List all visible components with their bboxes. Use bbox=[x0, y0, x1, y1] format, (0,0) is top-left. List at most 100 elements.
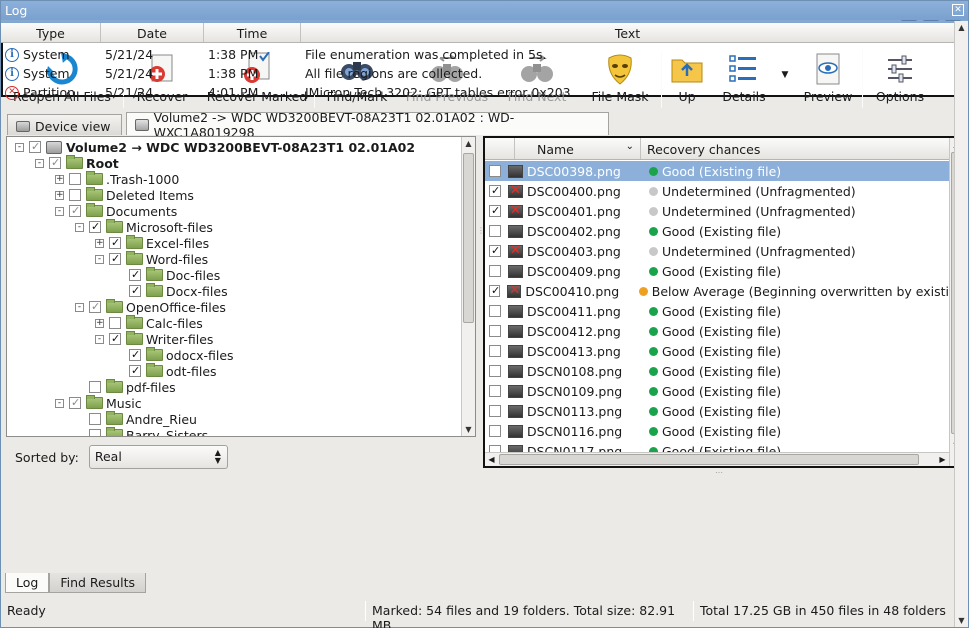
file-row[interactable]: DSCN0113.png Good (Existing file) bbox=[485, 401, 949, 421]
file-list[interactable]: Name ⌄ Recovery chances DSC00398.png Good… bbox=[483, 136, 965, 468]
file-checkbox[interactable] bbox=[489, 405, 501, 417]
file-hscrollbar[interactable]: ◀ ▶ bbox=[485, 452, 949, 466]
tree-node[interactable]: Barry_Sisters bbox=[75, 427, 208, 436]
tab-device-view[interactable]: Device view bbox=[7, 114, 122, 135]
file-row[interactable]: DSC00410.png Below Average (Beginning ove… bbox=[485, 281, 949, 301]
tree-node[interactable]: - Volume2 → WDC WD3200BEVT-08A23T1 02.01A… bbox=[15, 139, 415, 155]
tree-node[interactable]: - Documents bbox=[55, 203, 177, 219]
tree-checkbox[interactable] bbox=[69, 205, 81, 217]
expand-icon[interactable]: + bbox=[95, 238, 104, 248]
file-row[interactable]: DSCN0109.png Good (Existing file) bbox=[485, 381, 949, 401]
log-row[interactable]: i System 5/21/24 1:38 PM All file regions ar… bbox=[1, 64, 954, 83]
col-recovery-chances[interactable]: Recovery chances bbox=[641, 138, 949, 159]
tree-node[interactable]: + Calc-files bbox=[95, 315, 203, 331]
close-icon[interactable]: ✕ bbox=[952, 4, 964, 16]
collapse-icon[interactable]: - bbox=[75, 302, 84, 312]
tree-node[interactable]: - Microsoft-files bbox=[75, 219, 213, 235]
collapse-icon[interactable]: - bbox=[55, 206, 64, 216]
tree-node[interactable]: + .Trash-1000 bbox=[55, 171, 179, 187]
tree-node[interactable]: odt-files bbox=[115, 363, 217, 379]
tree-node[interactable]: odocx-files bbox=[115, 347, 234, 363]
expand-icon[interactable]: + bbox=[55, 174, 64, 184]
tree-checkbox[interactable] bbox=[129, 365, 141, 377]
file-checkbox[interactable] bbox=[489, 285, 501, 297]
collapse-icon[interactable]: - bbox=[95, 254, 104, 264]
tree-checkbox[interactable] bbox=[89, 429, 101, 436]
collapse-icon[interactable]: - bbox=[35, 158, 44, 168]
expand-icon[interactable]: + bbox=[95, 318, 104, 328]
log-row[interactable]: i System 5/21/24 1:38 PM File enumeration wa… bbox=[1, 45, 954, 64]
tree-scroll-thumb[interactable] bbox=[463, 153, 474, 323]
collapse-icon[interactable]: - bbox=[95, 334, 104, 344]
col-check[interactable] bbox=[485, 138, 515, 159]
file-checkbox[interactable] bbox=[489, 205, 501, 217]
file-checkbox[interactable] bbox=[489, 425, 501, 437]
file-row[interactable]: DSC00398.png Good (Existing file) bbox=[485, 161, 949, 181]
collapse-icon[interactable]: - bbox=[75, 222, 84, 232]
tree-checkbox[interactable] bbox=[49, 157, 61, 169]
file-checkbox[interactable] bbox=[489, 225, 501, 237]
file-row[interactable]: DSC00411.png Good (Existing file) bbox=[485, 301, 949, 321]
tree-node[interactable]: Docx-files bbox=[115, 283, 228, 299]
tree-checkbox[interactable] bbox=[109, 253, 121, 265]
tab-log[interactable]: Log bbox=[5, 573, 50, 593]
tree-vscrollbar[interactable]: ▲ ▼ bbox=[461, 137, 475, 436]
collapse-icon[interactable]: - bbox=[15, 142, 24, 152]
file-checkbox[interactable] bbox=[489, 325, 501, 337]
tree-checkbox[interactable] bbox=[129, 349, 141, 361]
tree-checkbox[interactable] bbox=[69, 189, 81, 201]
horizontal-splitter[interactable]: ⋯ bbox=[715, 468, 723, 477]
file-hscroll-thumb[interactable] bbox=[499, 454, 919, 465]
scroll-left-icon[interactable]: ◀ bbox=[485, 453, 498, 466]
tree-node[interactable]: - OpenOffice-files bbox=[75, 299, 226, 315]
collapse-icon[interactable]: - bbox=[55, 398, 64, 408]
tree-checkbox[interactable] bbox=[69, 173, 81, 185]
file-row[interactable]: DSCN0116.png Good (Existing file) bbox=[485, 421, 949, 441]
log-vscrollbar[interactable]: ▲ ▼ bbox=[954, 21, 968, 627]
tree-checkbox[interactable] bbox=[69, 397, 81, 409]
file-row[interactable]: DSC00401.png Undetermined (Unfragmented) bbox=[485, 201, 949, 221]
file-checkbox[interactable] bbox=[489, 185, 501, 197]
scroll-up-icon[interactable]: ▲ bbox=[955, 21, 968, 34]
tree-node[interactable]: Doc-files bbox=[115, 267, 220, 283]
log-col-time[interactable]: Time bbox=[204, 23, 301, 42]
file-checkbox[interactable] bbox=[489, 245, 501, 257]
tree-node[interactable]: Andre_Rieu bbox=[75, 411, 197, 427]
tab-volume[interactable]: Volume2 -> WDC WD3200BEVT-08A23T1 02.01A… bbox=[126, 110, 609, 140]
col-name[interactable]: Name ⌄ bbox=[515, 138, 641, 159]
file-row[interactable]: DSC00409.png Good (Existing file) bbox=[485, 261, 949, 281]
tree-checkbox[interactable] bbox=[89, 413, 101, 425]
file-row[interactable]: DSC00412.png Good (Existing file) bbox=[485, 321, 949, 341]
tree-node[interactable]: pdf-files bbox=[75, 379, 176, 395]
tree-checkbox[interactable] bbox=[89, 301, 101, 313]
log-col-type[interactable]: Type bbox=[1, 23, 101, 42]
tree-node[interactable]: - Music bbox=[55, 395, 142, 411]
file-checkbox[interactable] bbox=[489, 365, 501, 377]
tree-checkbox[interactable] bbox=[89, 221, 101, 233]
log-col-text[interactable]: Text bbox=[301, 23, 954, 42]
scroll-up-icon[interactable]: ▲ bbox=[462, 137, 475, 150]
file-row[interactable]: DSC00413.png Good (Existing file) bbox=[485, 341, 949, 361]
tree-checkbox[interactable] bbox=[129, 285, 141, 297]
file-row[interactable]: DSC00400.png Undetermined (Unfragmented) bbox=[485, 181, 949, 201]
tree-checkbox[interactable] bbox=[129, 269, 141, 281]
file-row[interactable]: DSC00403.png Undetermined (Unfragmented) bbox=[485, 241, 949, 261]
scroll-down-icon[interactable]: ▼ bbox=[462, 423, 475, 436]
file-checkbox[interactable] bbox=[489, 165, 501, 177]
log-row[interactable]: ✕ Partition 5/21/24 4:01 PM JMicron Tech 320… bbox=[1, 83, 954, 102]
tree-node[interactable]: + Excel-files bbox=[95, 235, 209, 251]
folder-tree[interactable]: - Volume2 → WDC WD3200BEVT-08A23T1 02.01A… bbox=[6, 136, 476, 437]
tree-node[interactable]: - Root bbox=[35, 155, 119, 171]
file-checkbox[interactable] bbox=[489, 345, 501, 357]
tree-node[interactable]: - Writer-files bbox=[95, 331, 213, 347]
file-checkbox[interactable] bbox=[489, 265, 501, 277]
file-checkbox[interactable] bbox=[489, 305, 501, 317]
file-checkbox[interactable] bbox=[489, 385, 501, 397]
sorted-by-select[interactable]: Real ▲ ▼ bbox=[88, 445, 228, 469]
expand-icon[interactable]: + bbox=[55, 190, 64, 200]
file-row[interactable]: DSCN0108.png Good (Existing file) bbox=[485, 361, 949, 381]
tree-node[interactable]: - Word-files bbox=[95, 251, 208, 267]
scroll-right-icon[interactable]: ▶ bbox=[936, 453, 949, 466]
tree-checkbox[interactable] bbox=[109, 237, 121, 249]
tree-checkbox[interactable] bbox=[89, 381, 101, 393]
